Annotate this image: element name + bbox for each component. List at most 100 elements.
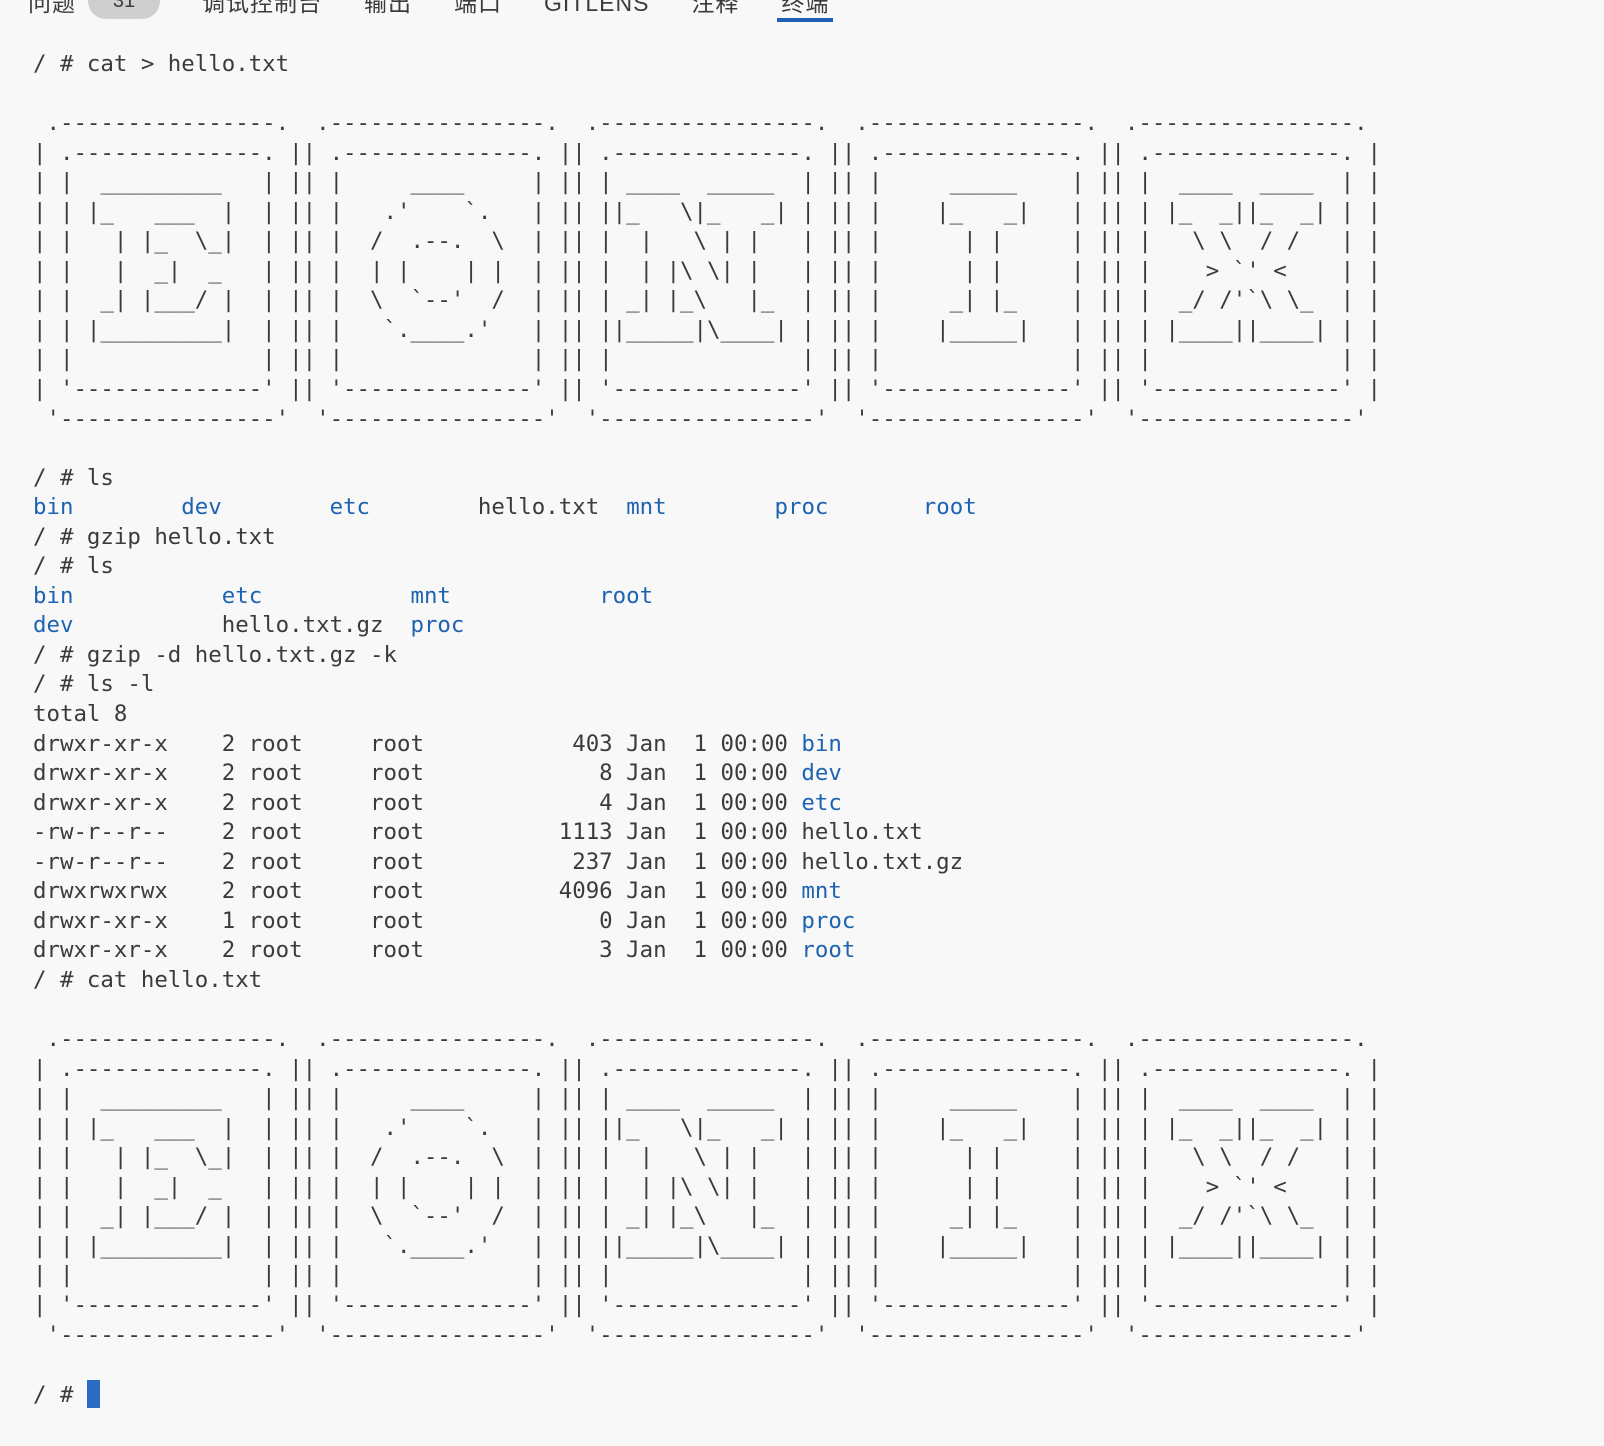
terminal-text: / # cat > hello.txt bbox=[33, 51, 289, 77]
terminal-text: drwxr-xr-x 2 root root 8 Jan 1 00:00 bbox=[33, 760, 801, 786]
terminal-line: drwxr-xr-x 1 root root 0 Jan 1 00:00 pro… bbox=[33, 907, 1604, 937]
terminal-cursor[interactable] bbox=[87, 1380, 101, 1408]
terminal-text: / # ls bbox=[33, 465, 114, 491]
directory-name: etc bbox=[801, 790, 841, 816]
ascii-art-line: | | |_ ___ | | || | .' `. | || ||_ \|_ _… bbox=[33, 1114, 1604, 1144]
directory-name: proc bbox=[801, 908, 855, 934]
ascii-art-line: .----------------. .----------------. .-… bbox=[33, 1025, 1604, 1055]
terminal-output: / # cat > hello.txt .----------------. .… bbox=[33, 50, 1604, 1409]
terminal-text: -rw-r--r-- 2 root root 1113 Jan 1 00:00 … bbox=[33, 819, 923, 845]
problems-count-badge: 31 bbox=[88, 0, 160, 19]
directory-name: proc bbox=[774, 494, 922, 520]
ascii-art-line: | | | |_ \_| | || | / .--. \ | || | | \ … bbox=[33, 227, 1604, 257]
terminal-line: / # cat > hello.txt bbox=[33, 50, 1604, 80]
terminal-text: drwxr-xr-x 1 root root 0 Jan 1 00:00 bbox=[33, 908, 801, 934]
terminal-text: / # cat hello.txt bbox=[33, 967, 262, 993]
directory-name: root bbox=[801, 937, 855, 963]
terminal-text: / # gzip -d hello.txt.gz -k bbox=[33, 642, 397, 668]
panel-tab-terminal[interactable]: 终端 bbox=[781, 0, 829, 22]
panel-tab-comments[interactable]: 注释 bbox=[691, 0, 739, 22]
directory-name: root bbox=[923, 494, 977, 520]
ascii-art-line: | .--------------. || .--------------. |… bbox=[33, 139, 1604, 169]
directory-name: dev bbox=[33, 612, 222, 638]
ascii-art-line: | | |_________| | || | `.____.' | || ||_… bbox=[33, 316, 1604, 346]
terminal-line: -rw-r--r-- 2 root root 1113 Jan 1 00:00 … bbox=[33, 818, 1604, 848]
ascii-art-line: | | | || | | || | | || | | || | | | bbox=[33, 1261, 1604, 1291]
directory-name: proc bbox=[410, 612, 464, 638]
ascii-art-line: | .--------------. || .--------------. |… bbox=[33, 1055, 1604, 1085]
terminal-blank-line bbox=[33, 80, 1604, 110]
terminal-text: / # bbox=[33, 1382, 87, 1408]
ascii-art-line: '----------------' '----------------' '-… bbox=[33, 1321, 1604, 1351]
terminal-line: drwxr-xr-x 2 root root 4 Jan 1 00:00 etc bbox=[33, 789, 1604, 819]
terminal-text: / # ls bbox=[33, 553, 114, 579]
directory-name: root bbox=[599, 583, 653, 609]
terminal-line: bin dev etc hello.txt mnt proc root bbox=[33, 493, 1604, 523]
terminal-line: drwxr-xr-x 2 root root 8 Jan 1 00:00 dev bbox=[33, 759, 1604, 789]
terminal-blank-line bbox=[33, 1350, 1604, 1380]
panel-tab-label: 调试控制台 bbox=[202, 0, 322, 15]
panel-tab-gitlens[interactable]: GITLENS bbox=[544, 0, 649, 22]
terminal-line: / # cat hello.txt bbox=[33, 966, 1604, 996]
directory-name: bin bbox=[801, 731, 841, 757]
terminal-text: / # gzip hello.txt bbox=[33, 524, 276, 550]
ascii-art-line: | | | || | | || | | || | | || | | | bbox=[33, 345, 1604, 375]
directory-name: bin bbox=[33, 583, 222, 609]
directory-name: etc bbox=[330, 494, 478, 520]
terminal-text: drwxr-xr-x 2 root root 4 Jan 1 00:00 bbox=[33, 790, 801, 816]
ascii-art-line: .----------------. .----------------. .-… bbox=[33, 109, 1604, 139]
panel-tab-label: GITLENS bbox=[544, 0, 649, 15]
panel-tab-label: 问题 bbox=[28, 0, 76, 15]
terminal-line: / # ls -l bbox=[33, 670, 1604, 700]
ascii-art-line: | | |_ ___ | | || | .' `. | || ||_ \|_ _… bbox=[33, 198, 1604, 228]
terminal-text: drwxr-xr-x 2 root root 3 Jan 1 00:00 bbox=[33, 937, 801, 963]
panel-tab-problems[interactable]: 问题 31 bbox=[28, 0, 160, 22]
terminal-line: total 8 bbox=[33, 700, 1604, 730]
terminal-text: / # ls -l bbox=[33, 671, 154, 697]
terminal-line: / # gzip hello.txt bbox=[33, 523, 1604, 553]
directory-name: dev bbox=[801, 760, 841, 786]
panel-tab-ports[interactable]: 端口 bbox=[454, 0, 502, 22]
terminal-line: -rw-r--r-- 2 root root 237 Jan 1 00:00 h… bbox=[33, 848, 1604, 878]
panel-tab-output[interactable]: 输出 bbox=[364, 0, 412, 22]
terminal-line: bin etc mnt root bbox=[33, 582, 1604, 612]
terminal-blank-line bbox=[33, 996, 1604, 1026]
ascii-art-line: | | _________ | || | ____ | || | ____ __… bbox=[33, 1084, 1604, 1114]
ascii-art-line: | | | |_ \_| | || | / .--. \ | || | | \ … bbox=[33, 1143, 1604, 1173]
directory-name: mnt bbox=[626, 494, 774, 520]
ascii-art-line: | | | _| _ | || | | | | | | || | | |\ \|… bbox=[33, 1173, 1604, 1203]
terminal-text: -rw-r--r-- 2 root root 237 Jan 1 00:00 h… bbox=[33, 849, 963, 875]
panel-tabbar: 问题 31 调试控制台 输出 端口 GITLENS 注释 终端 bbox=[0, 0, 1604, 22]
ascii-art-line: | | _| |___/ | | || | \ `--' / | || | _|… bbox=[33, 286, 1604, 316]
terminal-line: drwxrwxrwx 2 root root 4096 Jan 1 00:00 … bbox=[33, 877, 1604, 907]
panel-tab-label: 终端 bbox=[781, 0, 829, 15]
terminal-line: dev hello.txt.gz proc bbox=[33, 611, 1604, 641]
terminal-line: drwxr-xr-x 2 root root 403 Jan 1 00:00 b… bbox=[33, 730, 1604, 760]
terminal-text: hello.txt bbox=[478, 494, 626, 520]
terminal-text: hello.txt.gz bbox=[222, 612, 411, 638]
terminal-text: total 8 bbox=[33, 701, 127, 727]
ascii-art-line: | '--------------' || '--------------' |… bbox=[33, 1291, 1604, 1321]
ascii-art-line: | | | _| _ | || | | | | | | || | | |\ \|… bbox=[33, 257, 1604, 287]
panel-tab-label: 注释 bbox=[691, 0, 739, 15]
terminal-blank-line bbox=[33, 434, 1604, 464]
ascii-art-line: | | _| |___/ | | || | \ `--' / | || | _|… bbox=[33, 1202, 1604, 1232]
ascii-art-line: '----------------' '----------------' '-… bbox=[33, 405, 1604, 435]
terminal-line: / # ls bbox=[33, 552, 1604, 582]
directory-name: mnt bbox=[410, 583, 599, 609]
terminal-line: / # bbox=[33, 1380, 1604, 1410]
panel-tab-label: 输出 bbox=[364, 0, 412, 15]
directory-name: dev bbox=[181, 494, 329, 520]
ascii-art-line: | | _________ | || | ____ | || | ____ __… bbox=[33, 168, 1604, 198]
panel-tab-debug-console[interactable]: 调试控制台 bbox=[202, 0, 322, 22]
terminal-text: drwxr-xr-x 2 root root 403 Jan 1 00:00 bbox=[33, 731, 801, 757]
terminal[interactable]: / # cat > hello.txt .----------------. .… bbox=[0, 22, 1604, 1409]
terminal-text: drwxrwxrwx 2 root root 4096 Jan 1 00:00 bbox=[33, 878, 801, 904]
ascii-art-line: | '--------------' || '--------------' |… bbox=[33, 375, 1604, 405]
terminal-line: / # gzip -d hello.txt.gz -k bbox=[33, 641, 1604, 671]
directory-name: bin bbox=[33, 494, 181, 520]
directory-name: etc bbox=[222, 583, 411, 609]
panel-tab-label: 端口 bbox=[454, 0, 502, 15]
ascii-art-line: | | |_________| | || | `.____.' | || ||_… bbox=[33, 1232, 1604, 1262]
directory-name: mnt bbox=[801, 878, 841, 904]
